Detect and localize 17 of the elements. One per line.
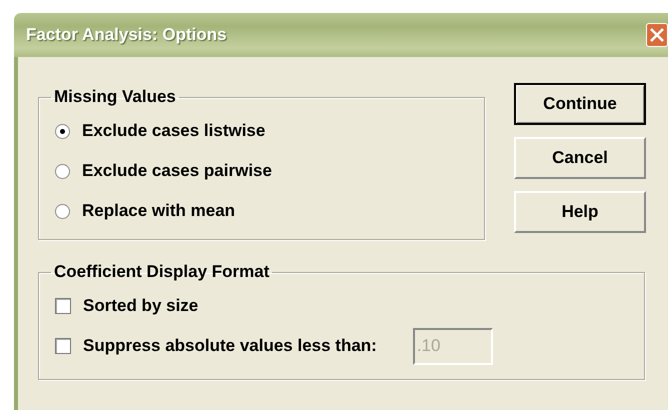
group-title: Missing Values: [53, 87, 177, 107]
radio-label: Exclude cases pairwise: [82, 161, 272, 181]
dialog-button[interactable]: Help: [514, 191, 646, 233]
checkbox-label: Suppress absolute values less than:: [83, 336, 377, 356]
close-icon: [648, 26, 666, 44]
radio-label: Replace with mean: [82, 201, 236, 221]
checkbox-label: Sorted by size: [83, 296, 198, 316]
radio-button[interactable]: [55, 124, 70, 138]
radio-button[interactable]: [55, 164, 70, 178]
close-button[interactable]: [646, 23, 668, 47]
radio-label: Exclude cases listwise: [82, 121, 266, 141]
radio-button[interactable]: [55, 204, 70, 218]
dialog-button[interactable]: Continue: [514, 83, 646, 125]
window-title: Factor Analysis: Options: [25, 25, 227, 45]
checkbox[interactable]: [55, 298, 71, 314]
group-title: Coefficient Display Format: [53, 262, 270, 282]
dialog-button[interactable]: Cancel: [514, 137, 646, 179]
